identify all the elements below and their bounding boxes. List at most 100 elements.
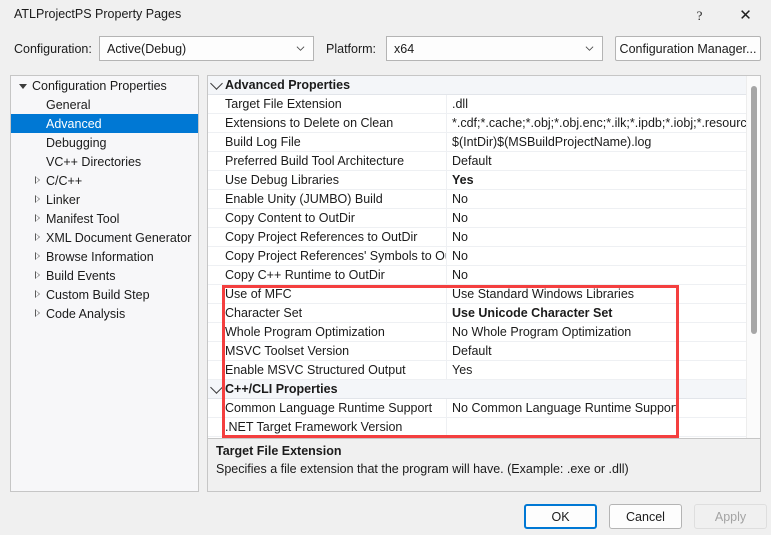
configuration-tree[interactable]: Configuration Properties General Advanced D… xyxy=(10,75,199,492)
property-row[interactable]: Extensions to Delete on Clean *.cdf;*.cac… xyxy=(208,114,747,133)
property-value[interactable]: Use Standard Windows Libraries xyxy=(447,285,747,303)
cancel-button[interactable]: Cancel xyxy=(609,504,682,529)
tree-item-linker[interactable]: Linker xyxy=(11,190,198,209)
expander-open-icon[interactable] xyxy=(15,76,31,95)
tree-item-label: Configuration Properties xyxy=(32,78,167,93)
expander-closed-icon[interactable] xyxy=(29,190,45,209)
tree-item-label: General xyxy=(46,97,91,112)
tree-item-build-events[interactable]: Build Events xyxy=(11,266,198,285)
tree-item-debugging[interactable]: Debugging xyxy=(11,133,198,152)
title-bar: ATLProjectPS Property Pages ? ✕ xyxy=(0,0,771,32)
platform-label: Platform: xyxy=(326,42,377,56)
property-name: Preferred Build Tool Architecture xyxy=(225,152,447,170)
property-row[interactable]: Enable MSVC Structured Output Yes xyxy=(208,361,747,380)
expander-closed-icon[interactable] xyxy=(29,171,45,190)
property-row[interactable]: Copy Project References' Symbols to Ou No xyxy=(208,247,747,266)
tree-item-label: C/C++ xyxy=(46,173,83,188)
property-value[interactable] xyxy=(447,418,747,436)
configuration-manager-button[interactable]: Configuration Manager... xyxy=(615,36,761,61)
expander-closed-icon[interactable] xyxy=(29,247,45,266)
property-name: Use Debug Libraries xyxy=(225,171,447,189)
property-name: Whole Program Optimization xyxy=(225,323,447,341)
property-value[interactable]: $(IntDir)$(MSBuildProjectName).log xyxy=(447,133,747,151)
property-name: Copy Content to OutDir xyxy=(225,209,447,227)
property-value[interactable]: No xyxy=(447,266,747,284)
expander-closed-icon[interactable] xyxy=(29,209,45,228)
property-value[interactable]: Yes xyxy=(447,361,747,379)
help-button[interactable]: ? xyxy=(678,0,721,31)
property-name: C++/CLI Properties xyxy=(225,382,338,396)
grid-row-spacer xyxy=(208,95,225,113)
property-row[interactable]: Copy Project References to OutDir No xyxy=(208,228,747,247)
triangle-down-icon xyxy=(19,83,27,89)
property-value[interactable]: No xyxy=(447,209,747,227)
tree-item-c-c[interactable]: C/C++ xyxy=(11,171,198,190)
property-value[interactable]: No Common Language Runtime Support xyxy=(447,399,747,417)
property-value[interactable]: Yes xyxy=(447,171,747,189)
tree-item-label: Manifest Tool xyxy=(46,211,120,226)
property-name: Use of MFC xyxy=(225,285,447,303)
grid-row-spacer xyxy=(208,285,225,303)
tree-item-vc-directories[interactable]: VC++ Directories xyxy=(11,152,198,171)
scrollbar-thumb[interactable] xyxy=(751,86,757,334)
property-value[interactable]: Use Unicode Character Set xyxy=(447,304,747,322)
property-value[interactable]: Default xyxy=(447,152,747,170)
tree-item-code-analysis[interactable]: Code Analysis xyxy=(11,304,198,323)
property-row[interactable]: Common Language Runtime Support No Common… xyxy=(208,399,747,418)
property-pages-dialog: ATLProjectPS Property Pages ? ✕ Configur… xyxy=(0,0,771,535)
grid-row-spacer xyxy=(208,247,225,265)
chevron-down-icon xyxy=(296,45,305,51)
tree-item-general[interactable]: General xyxy=(11,95,198,114)
expander-closed-icon[interactable] xyxy=(29,304,45,323)
property-row[interactable]: Copy C++ Runtime to OutDir No xyxy=(208,266,747,285)
property-row[interactable]: Build Log File $(IntDir)$(MSBuildProjectN… xyxy=(208,133,747,152)
chevron-down-icon[interactable] xyxy=(208,76,225,94)
property-row[interactable]: Enable Unity (JUMBO) Build No xyxy=(208,190,747,209)
property-value[interactable]: No xyxy=(447,247,747,265)
configuration-dropdown[interactable]: Active(Debug) xyxy=(99,36,314,61)
tree-item-label: Advanced xyxy=(46,116,102,131)
property-row[interactable]: .NET Target Framework Version xyxy=(208,418,747,437)
property-value[interactable]: .dll xyxy=(447,95,747,113)
property-value[interactable]: Default xyxy=(447,342,747,360)
property-row[interactable]: Use of MFC Use Standard Windows Libraries xyxy=(208,285,747,304)
tree-item-label: XML Document Generator xyxy=(46,230,192,245)
property-row[interactable]: Character Set Use Unicode Character Set xyxy=(208,304,747,323)
property-name: Enable MSVC Structured Output xyxy=(225,361,447,379)
property-value[interactable]: No xyxy=(447,190,747,208)
tree-item-xml-document-generator[interactable]: XML Document Generator xyxy=(11,228,198,247)
tree-item-manifest-tool[interactable]: Manifest Tool xyxy=(11,209,198,228)
description-body: Specifies a file extension that the prog… xyxy=(216,462,629,476)
property-category-row[interactable]: C++/CLI Properties xyxy=(208,380,747,399)
expander-closed-icon[interactable] xyxy=(29,285,45,304)
tree-item-browse-information[interactable]: Browse Information xyxy=(11,247,198,266)
tree-item-advanced[interactable]: Advanced xyxy=(11,114,198,133)
expander-closed-icon[interactable] xyxy=(29,228,45,247)
expander-closed-icon[interactable] xyxy=(29,266,45,285)
property-value[interactable]: No xyxy=(447,228,747,246)
chevron-glyph xyxy=(210,381,223,394)
apply-button[interactable]: Apply xyxy=(694,504,767,529)
chevron-glyph xyxy=(210,77,223,90)
property-name: MSVC Toolset Version xyxy=(225,342,447,360)
property-row[interactable]: Target File Extension .dll xyxy=(208,95,747,114)
property-row[interactable]: Copy Content to OutDir No xyxy=(208,209,747,228)
property-grid[interactable]: Advanced Properties Target File Extension… xyxy=(207,75,761,439)
ok-button[interactable]: OK xyxy=(524,504,597,529)
property-row[interactable]: MSVC Toolset Version Default xyxy=(208,342,747,361)
property-row[interactable]: Whole Program Optimization No Whole Progr… xyxy=(208,323,747,342)
close-button[interactable]: ✕ xyxy=(724,0,767,31)
property-value[interactable]: *.cdf;*.cache;*.obj;*.obj.enc;*.ilk;*.ip… xyxy=(447,114,747,132)
platform-dropdown[interactable]: x64 xyxy=(386,36,603,61)
property-category-row[interactable]: Advanced Properties xyxy=(208,76,747,95)
property-row[interactable]: Use Debug Libraries Yes xyxy=(208,171,747,190)
chevron-down-icon[interactable] xyxy=(208,380,225,398)
tree-item-custom-build-step[interactable]: Custom Build Step xyxy=(11,285,198,304)
property-value[interactable]: No Whole Program Optimization xyxy=(447,323,747,341)
property-grid-scrollbar[interactable] xyxy=(746,76,760,438)
property-row[interactable]: Preferred Build Tool Architecture Default xyxy=(208,152,747,171)
tree-item-configuration-properties[interactable]: Configuration Properties xyxy=(11,76,198,95)
